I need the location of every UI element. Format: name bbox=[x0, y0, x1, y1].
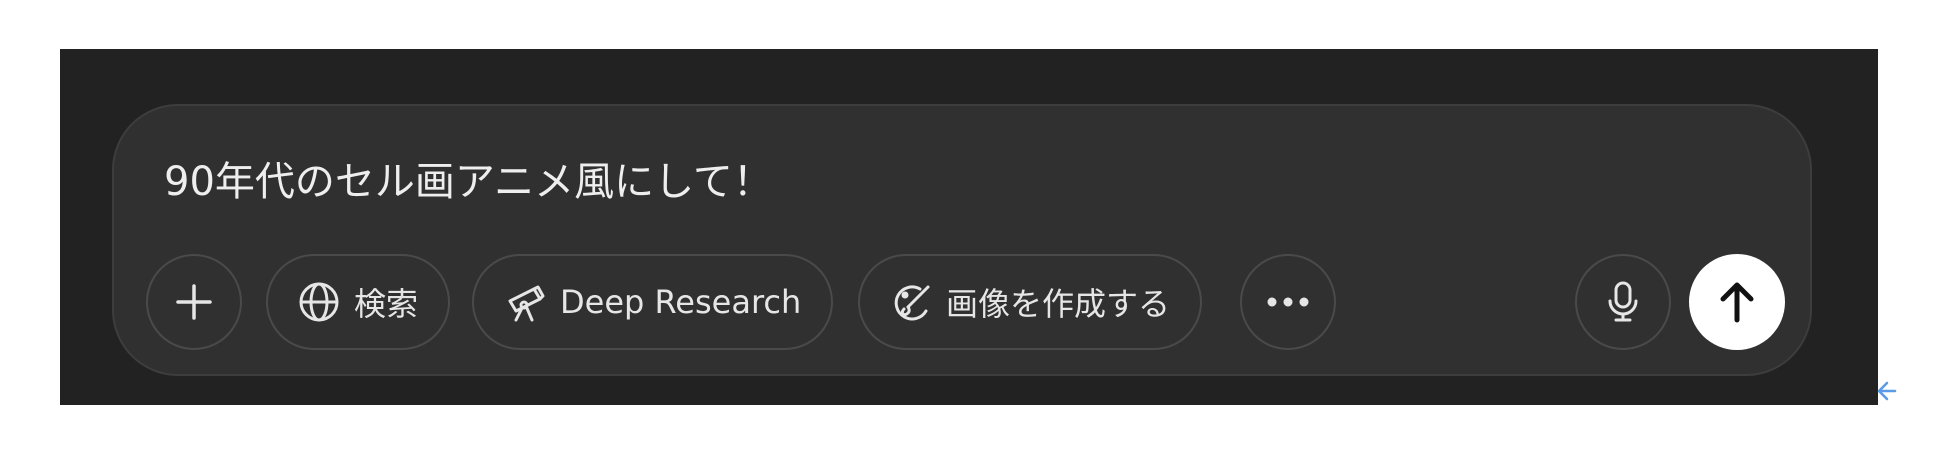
microphone-button[interactable] bbox=[1575, 254, 1671, 350]
composer: 90年代のセル画アニメ風にして！ 検索 Deep Research 画像を作成す… bbox=[112, 104, 1812, 376]
palette-icon bbox=[890, 281, 932, 323]
chevron-left-icon bbox=[1875, 378, 1897, 408]
create-image-button[interactable]: 画像を作成する bbox=[858, 254, 1203, 350]
search-button[interactable]: 検索 bbox=[266, 254, 451, 350]
microphone-icon bbox=[1605, 280, 1641, 324]
chat-panel: 90年代のセル画アニメ風にして！ 検索 Deep Research 画像を作成す… bbox=[60, 49, 1878, 405]
create-image-label: 画像を作成する bbox=[946, 285, 1171, 323]
plus-icon bbox=[174, 282, 214, 322]
deep-research-button[interactable]: Deep Research bbox=[472, 254, 834, 350]
send-button[interactable] bbox=[1689, 254, 1785, 350]
deep-research-label: Deep Research bbox=[560, 283, 802, 321]
arrow-up-icon bbox=[1717, 280, 1757, 324]
globe-icon bbox=[298, 281, 340, 323]
ellipsis-icon bbox=[1266, 296, 1310, 308]
telescope-icon bbox=[504, 281, 546, 323]
search-label: 検索 bbox=[354, 285, 419, 323]
add-button[interactable] bbox=[146, 254, 242, 350]
more-options-button[interactable] bbox=[1240, 254, 1336, 350]
prompt-input[interactable]: 90年代のセル画アニメ風にして！ bbox=[164, 156, 773, 208]
